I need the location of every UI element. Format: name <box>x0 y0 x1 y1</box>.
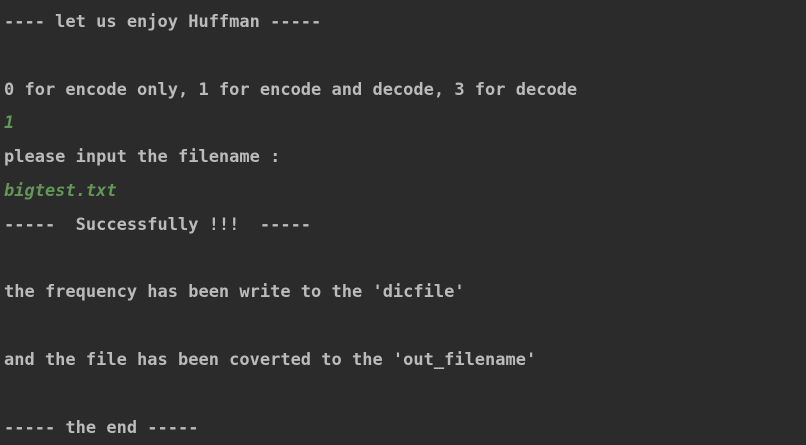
console-user-input-mode: 1 <box>4 113 15 134</box>
console-line-filename-prompt: please input the filename : <box>4 147 281 168</box>
console-user-input-filename: bigtest.txt <box>4 180 117 201</box>
console-line-header: ---- let us enjoy Huffman ----- <box>4 12 322 32</box>
console-line-footer: ----- the end ----- <box>4 417 199 438</box>
console-output-panel[interactable]: ---- let us enjoy Huffman ----- 0 for en… <box>0 0 806 438</box>
console-line-file-converted: and the file has been coverted to the 'o… <box>4 349 537 370</box>
console-line-frequency-written: the frequency has been write to the 'dic… <box>4 282 465 303</box>
console-line-mode-prompt: 0 for encode only, 1 for encode and deco… <box>4 79 578 100</box>
console-line-success: ----- Successfully !!! ----- <box>4 214 312 235</box>
